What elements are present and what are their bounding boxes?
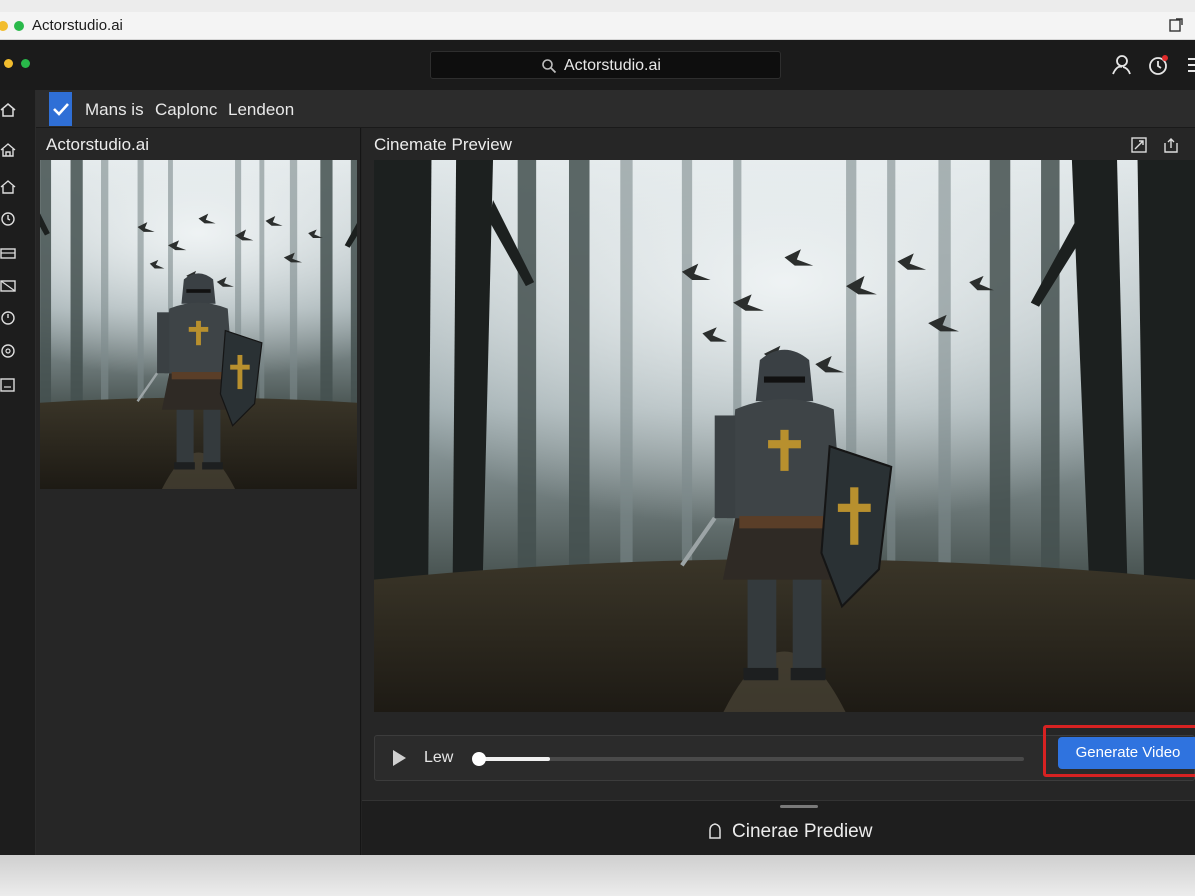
minimize-dot[interactable] (4, 59, 13, 68)
menu-icon[interactable] (1184, 53, 1195, 77)
menubar: Mans is Caplonc Lendeon (36, 90, 1195, 128)
app-titlebar: Actorstudio.ai (0, 40, 1195, 90)
clock-icon[interactable] (0, 310, 16, 326)
outer-window-title: Actorstudio.ai (32, 17, 123, 34)
bell-icon (709, 823, 721, 839)
knight-forest-image (374, 160, 1195, 712)
address-text: Actorstudio.ai (564, 57, 661, 74)
progress-slider[interactable] (472, 752, 1024, 766)
bottom-drawer-label[interactable]: Cinerae Prediew (732, 821, 872, 843)
play-icon[interactable] (390, 749, 408, 767)
menu-item-2[interactable]: Caplonc (155, 100, 217, 120)
generate-video-button[interactable]: Generate Video (1058, 737, 1195, 769)
maximize-dot[interactable] (21, 59, 30, 68)
panel-icon[interactable] (0, 377, 16, 393)
home-icon[interactable] (0, 102, 16, 118)
asset-panel-title: Actorstudio.ai (46, 135, 149, 154)
app-window: Actorstudio.ai Mans is Caplonc Lendeon A… (0, 40, 1195, 855)
expand-icon[interactable] (1131, 137, 1147, 153)
bottom-drawer: Cinerae Prediew (362, 800, 1195, 855)
clock-icon[interactable] (0, 211, 16, 227)
progress-fill (479, 757, 550, 761)
preview-panel: Cinemate Preview Lew Generate Video Cine… (362, 128, 1195, 855)
home-icon[interactable] (0, 179, 16, 195)
outer-window-titlebar: Actorstudio.ai (0, 12, 1195, 40)
quality-label[interactable]: Lew (424, 749, 453, 767)
house-icon[interactable] (0, 142, 16, 158)
source-image-thumbnail[interactable] (40, 160, 357, 489)
minimize-dot[interactable] (0, 21, 8, 31)
video-preview[interactable] (374, 160, 1195, 712)
maximize-dot[interactable] (14, 21, 24, 31)
asset-panel: Actorstudio.ai (36, 128, 361, 855)
address-bar[interactable]: Actorstudio.ai (430, 51, 781, 79)
layers-icon[interactable] (0, 245, 16, 261)
checkbox-toggle[interactable] (49, 92, 72, 126)
share-icon[interactable] (1163, 137, 1179, 153)
menu-item-1[interactable]: Mans is (85, 100, 144, 120)
sidebar (0, 90, 36, 855)
window-shadow (0, 855, 1195, 896)
notification-clock-icon[interactable] (1146, 53, 1170, 77)
image-icon[interactable] (0, 278, 16, 294)
search-icon (542, 59, 557, 74)
progress-handle[interactable] (472, 752, 486, 766)
drawer-handle[interactable] (780, 805, 818, 808)
open-external-icon[interactable] (1169, 18, 1183, 32)
menu-item-3[interactable]: Lendeon (228, 100, 294, 120)
preview-panel-title: Cinemate Preview (374, 135, 512, 154)
checkmark-icon (53, 103, 69, 116)
knight-forest-image (40, 160, 357, 489)
user-icon[interactable] (1109, 53, 1133, 77)
record-icon[interactable] (0, 343, 16, 359)
